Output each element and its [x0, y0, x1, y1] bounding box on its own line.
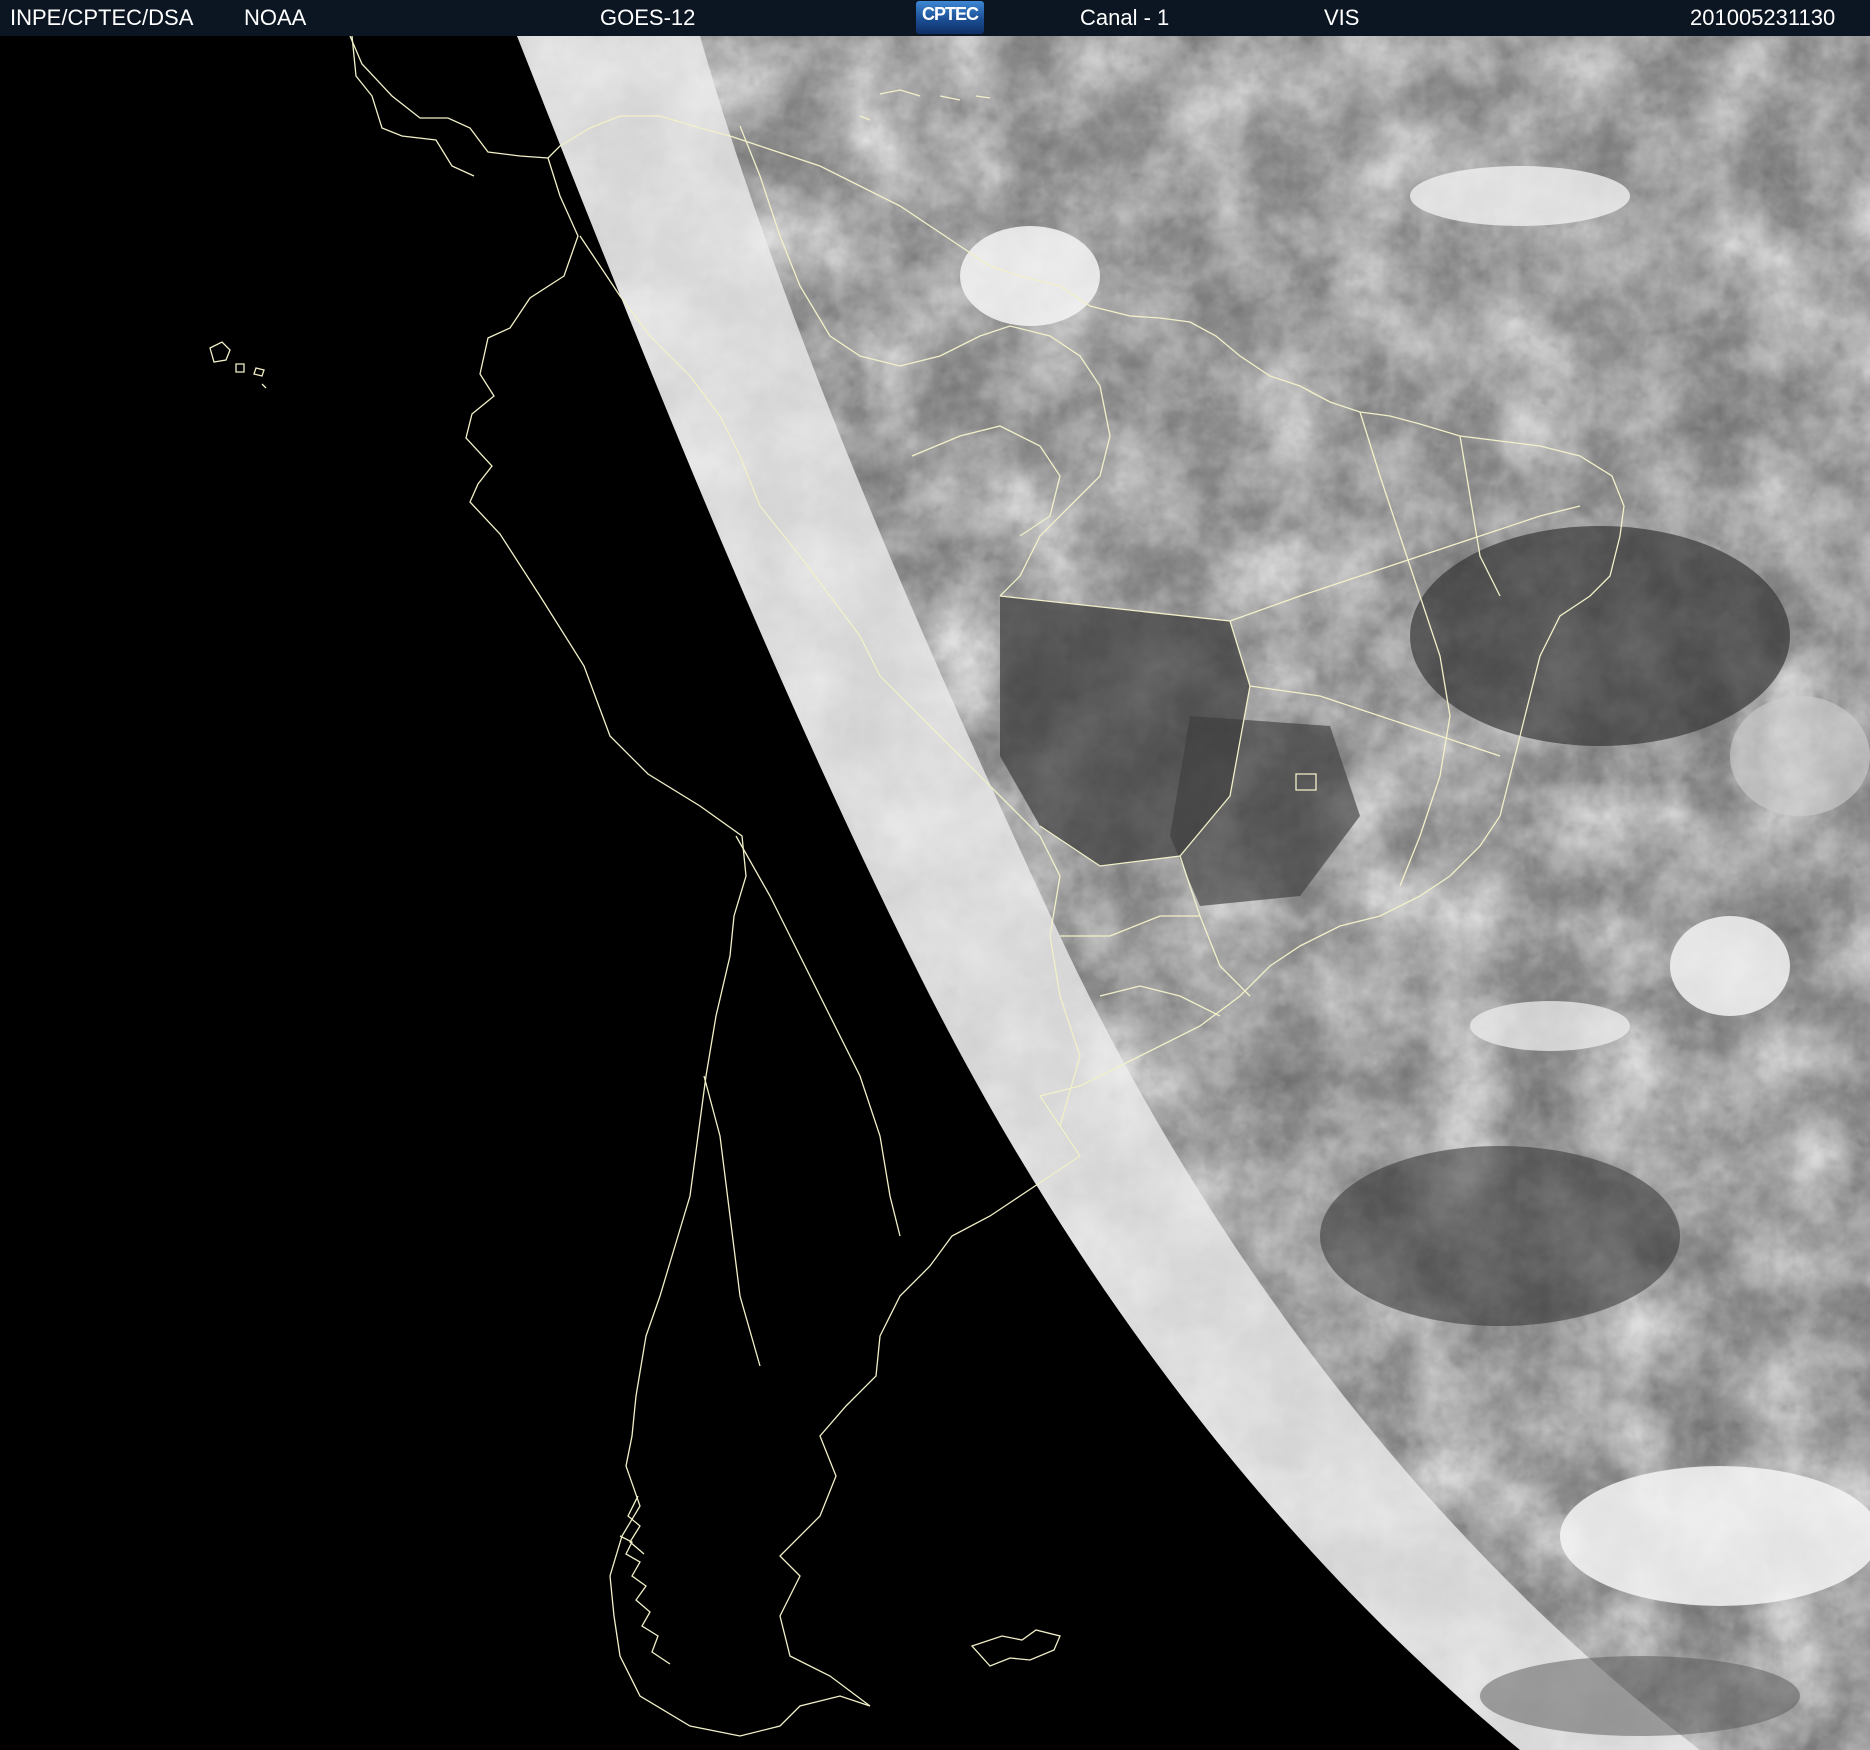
channel-label: Canal - 1 — [1080, 5, 1170, 30]
satellite-image — [0, 36, 1870, 1750]
source-label: INPE/CPTEC/DSA — [10, 5, 194, 30]
cptec-logo-text: CPTEC — [921, 4, 979, 24]
cptec-logo: CPTEC — [916, 1, 984, 34]
band-label: VIS — [1324, 5, 1360, 30]
satellite-label: GOES-12 — [600, 5, 696, 30]
agency-label: NOAA — [244, 5, 307, 30]
timestamp-label: 201005231130 — [1690, 5, 1836, 30]
image-header-bar: INPE/CPTEC/DSA NOAA GOES-12 CPTEC Canal … — [0, 0, 1870, 36]
satellite-svg — [0, 36, 1870, 1750]
